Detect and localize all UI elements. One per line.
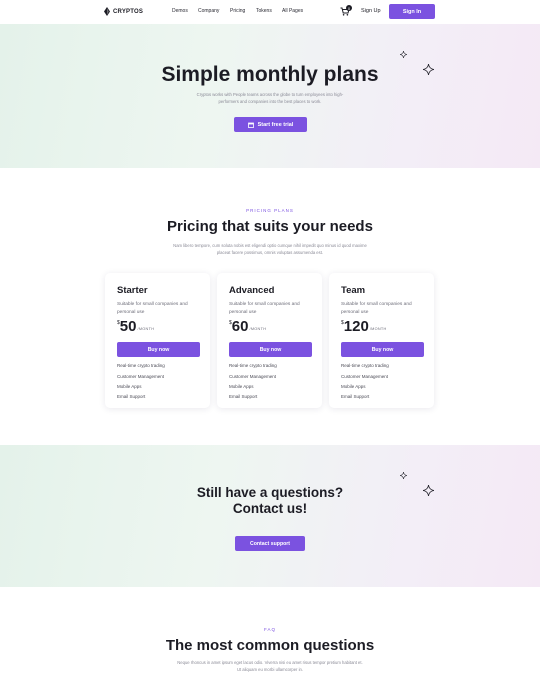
contact-support-button[interactable]: Contact support bbox=[235, 536, 305, 551]
plan-feature: Email Support bbox=[117, 394, 146, 399]
menu-item-company[interactable]: Company bbox=[198, 8, 219, 14]
plan-feature: Real-time crypto trading bbox=[117, 363, 165, 368]
plan-name: Team bbox=[341, 285, 366, 296]
contact-title-line-1: Still have a questions? bbox=[196, 485, 344, 500]
plan-feature: Email Support bbox=[229, 394, 258, 399]
price-amount: 120 bbox=[343, 318, 369, 335]
buy-now-button[interactable]: Buy now bbox=[117, 342, 200, 357]
plan-price: $ 60 /MONTH bbox=[229, 319, 266, 335]
faq-eyebrow: FAQ bbox=[263, 627, 276, 632]
plan-name: Advanced bbox=[229, 285, 275, 296]
pricing-title: Pricing that suits your needs bbox=[167, 218, 373, 235]
plan-feature: Real-time crypto trading bbox=[229, 363, 277, 368]
price-amount: 60 bbox=[231, 318, 249, 335]
faq-subtitle: Neque rhoncus in amet ipsum eget lacus o… bbox=[177, 660, 363, 672]
plan-feature: Mobile Apps bbox=[341, 384, 366, 389]
brand-logo-icon bbox=[104, 7, 110, 16]
cart-count-badge: 0 bbox=[346, 5, 352, 11]
hero-section: Simple monthly plans Cryptos works with … bbox=[0, 24, 540, 168]
contact-section: Still have a questions? Contact us! Cont… bbox=[0, 445, 540, 587]
brand-logo[interactable]: CRYPTOS bbox=[104, 7, 143, 16]
plan-card-advanced: Advanced Suitable for small companies an… bbox=[217, 273, 322, 408]
start-free-trial-button[interactable]: Start free trial bbox=[234, 117, 307, 132]
pricing-subtitle: Nam libero tempore, cum soluta nobis est… bbox=[173, 243, 367, 255]
plan-card-team: Team Suitable for small companies and pe… bbox=[329, 273, 434, 408]
contact-title: Still have a questions? Contact us! bbox=[0, 485, 540, 517]
plan-feature: Customer Management bbox=[341, 374, 389, 379]
price-period: /MONTH bbox=[137, 327, 155, 331]
menu-item-pricing[interactable]: Pricing bbox=[230, 8, 245, 14]
plan-description: Suitable for small companies and persona… bbox=[229, 302, 300, 315]
plan-feature: Mobile Apps bbox=[117, 384, 142, 389]
plan-description: Suitable for small companies and persona… bbox=[117, 302, 188, 315]
menu-item-demos[interactable]: Demos bbox=[172, 8, 188, 14]
hero-subtitle: Cryptos works with People teams across t… bbox=[196, 92, 344, 104]
faq-title: The most common questions bbox=[165, 637, 375, 654]
calendar-icon bbox=[247, 122, 254, 128]
price-period: /MONTH bbox=[369, 327, 387, 331]
top-navbar: CRYPTOS Demos Company Pricing Tokens All… bbox=[0, 0, 540, 24]
buy-now-button[interactable]: Buy now bbox=[229, 342, 312, 357]
sign-in-button[interactable]: Sign In bbox=[389, 4, 435, 19]
plan-feature: Email Support bbox=[341, 394, 370, 399]
brand-name: CRYPTOS bbox=[113, 8, 144, 15]
sparkle-icon bbox=[400, 472, 407, 479]
plan-card-starter: Starter Suitable for small companies and… bbox=[105, 273, 210, 408]
plan-description: Suitable for small companies and persona… bbox=[341, 302, 412, 315]
plan-feature: Real-time crypto trading bbox=[341, 363, 389, 368]
menu-item-tokens[interactable]: Tokens bbox=[256, 8, 272, 14]
plan-price: $ 50 /MONTH bbox=[117, 319, 154, 335]
plan-price: $ 120 /MONTH bbox=[341, 319, 387, 335]
plan-feature: Mobile Apps bbox=[229, 384, 254, 389]
start-free-trial-label: Start free trial bbox=[257, 121, 294, 128]
buy-now-button[interactable]: Buy now bbox=[341, 342, 424, 357]
plan-name: Starter bbox=[117, 285, 148, 296]
plan-feature: Customer Management bbox=[117, 374, 165, 379]
contact-title-line-2: Contact us! bbox=[232, 501, 308, 516]
pricing-eyebrow: PRICING PLANS bbox=[246, 208, 294, 213]
hero-title: Simple monthly plans bbox=[161, 63, 379, 86]
menu-item-all-pages[interactable]: All Pages bbox=[282, 8, 303, 14]
price-period: /MONTH bbox=[249, 327, 267, 331]
price-amount: 50 bbox=[119, 318, 137, 335]
sparkle-icon bbox=[400, 51, 407, 58]
plan-feature: Customer Management bbox=[229, 374, 277, 379]
sign-up-link[interactable]: Sign Up bbox=[361, 8, 381, 14]
